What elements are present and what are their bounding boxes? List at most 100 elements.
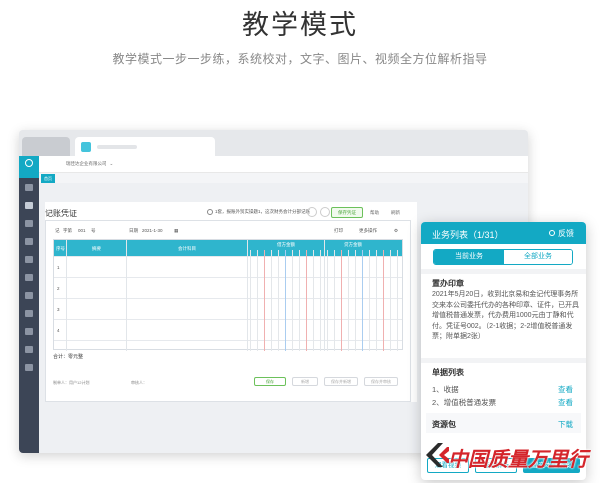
header-no: 序号	[56, 246, 65, 251]
table-row[interactable]: 1	[54, 256, 402, 277]
save-and-add-button[interactable]: 保存并新增	[324, 377, 358, 386]
more-actions-link[interactable]: 更多操作	[359, 228, 377, 234]
voucher-unit: 号	[91, 228, 96, 233]
doc-item: 2、增值税普通发票	[432, 398, 497, 407]
browser-tabbar	[19, 130, 528, 156]
save-button[interactable]: 保存	[254, 377, 286, 386]
amount-grid-line	[292, 250, 293, 351]
total-label: 合计：零元整	[53, 354, 84, 360]
tab-title-placeholder	[97, 145, 137, 149]
next-circle-button[interactable]	[320, 207, 330, 217]
logo-ring-icon	[25, 159, 33, 167]
voucher-toolbar: 记 字第 001 号 日期 2021-1-30 ▦ 打印 更多操作 ⚙	[46, 221, 410, 239]
sidebar-voucher-icon[interactable]	[25, 202, 33, 209]
docs-title: 单据列表	[432, 368, 464, 377]
app-sidebar	[19, 156, 39, 453]
voucher-table: 序号 摘要 会计科目 借方金额 贷方金额 1 2 3 4	[53, 239, 403, 351]
header-summary: 摘要	[92, 246, 101, 251]
save-voucher-button[interactable]: 保存凭证	[331, 207, 363, 218]
amount-grid-line	[397, 250, 398, 351]
browser-tab-inactive[interactable]	[22, 137, 70, 156]
table-row[interactable]	[54, 340, 402, 361]
page-subtitle: 教学模式一步一步练，系统校对，文字、图片、视频全方位解析指导	[112, 52, 488, 66]
amount-grid-line	[327, 250, 328, 351]
divider	[421, 358, 586, 363]
amount-grid-line	[383, 250, 384, 351]
amount-grid-line	[271, 250, 272, 351]
col-divider	[324, 240, 325, 351]
add-button[interactable]: 新增	[292, 377, 318, 386]
voucher-hint: 1套，报账外贸实操题1，这次财务会计分部记账	[207, 209, 310, 215]
voucher-word[interactable]: 记	[55, 228, 60, 234]
amount-grid-line	[299, 250, 300, 351]
page-title: 教学模式	[242, 10, 358, 41]
amount-grid-line	[285, 250, 286, 351]
task-section-title: 置办印章	[432, 279, 464, 288]
app-favicon-icon	[81, 142, 91, 152]
company-select[interactable]: 瑞佳达企业有限公司 ⌄	[66, 161, 113, 167]
sidebar-ledger-icon[interactable]	[25, 220, 33, 227]
sidebar-asset-icon[interactable]	[25, 256, 33, 263]
reviewer-label: 审核人：	[131, 380, 147, 385]
resource-title: 资源包	[432, 420, 456, 429]
app-logo	[19, 156, 39, 178]
tab-current-task[interactable]: 当前业务	[434, 250, 504, 264]
feedback-button[interactable]: 反馈	[549, 228, 574, 239]
preparer-label: 制单人：用户12计划	[53, 380, 90, 385]
settings-icon[interactable]: ⚙	[394, 228, 398, 234]
amount-grid-line	[348, 250, 349, 351]
sidebar-cash-icon[interactable]	[25, 274, 33, 281]
save-and-review-button[interactable]: 保存并审核	[364, 377, 398, 386]
sidebar-salary-icon[interactable]	[25, 292, 33, 299]
chevron-down-icon: ⌄	[109, 161, 114, 166]
task-list-title: 业务列表（1/31）	[432, 230, 504, 240]
prev-circle-button[interactable]	[307, 207, 317, 217]
date-label: 日期	[129, 228, 138, 233]
voucher-num-label: 字第	[63, 228, 72, 233]
col-divider	[247, 240, 248, 351]
sidebar-home-icon[interactable]	[25, 184, 33, 191]
table-header: 序号 摘要 会计科目 借方金额 贷方金额	[54, 240, 402, 256]
table-row[interactable]: 3	[54, 298, 402, 319]
download-link[interactable]: 下载	[558, 419, 573, 430]
app-tabbar: 首页	[39, 173, 528, 183]
table-row[interactable]: 4	[54, 319, 402, 340]
tab-all-tasks[interactable]: 全部业务	[504, 250, 572, 264]
voucher-body: 记 字第 001 号 日期 2021-1-30 ▦ 打印 更多操作 ⚙ 序号 摘…	[45, 220, 411, 402]
sidebar-tax-icon[interactable]	[25, 328, 33, 335]
header-account: 会计科目	[178, 246, 196, 251]
sidebar-report-icon[interactable]	[25, 238, 33, 245]
browser-tab-active[interactable]	[75, 137, 215, 156]
amount-grid-line	[355, 250, 356, 351]
app-header: 瑞佳达企业有限公司 ⌄	[39, 156, 528, 173]
amount-grid-line	[369, 250, 370, 351]
calendar-icon[interactable]: ▦	[174, 228, 178, 234]
col-divider	[66, 240, 67, 351]
voucher-num[interactable]: 001	[78, 228, 86, 233]
task-description: 2021年5月20日，收到北京易和金记代理事务所交来本公司委托代办的各种印章、证…	[432, 291, 579, 340]
amount-grid-line	[341, 250, 342, 351]
table-row[interactable]: 2	[54, 277, 402, 298]
header-debit: 借方金额	[277, 242, 295, 247]
voucher-panel: 记账凭证 1套，报账外贸实操题1，这次财务会计分部记账 保存凭证 帮助 刷新 记…	[45, 202, 417, 402]
amount-grid-line	[278, 250, 279, 351]
task-panel-header: 业务列表（1/31） 反馈	[421, 222, 586, 244]
amount-grid-line	[257, 250, 258, 351]
sidebar-invoice-icon[interactable]	[25, 310, 33, 317]
view-doc-link[interactable]: 查看	[558, 397, 573, 408]
amount-grid-line	[320, 250, 321, 351]
info-icon	[207, 209, 213, 215]
watermark-text: 中国质量万里行	[448, 447, 588, 471]
sidebar-setting-icon[interactable]	[25, 346, 33, 353]
print-link[interactable]: 打印	[334, 228, 343, 234]
task-segment: 当前业务 全部业务	[433, 249, 573, 265]
refresh-link[interactable]: 刷新	[391, 210, 400, 216]
view-doc-link[interactable]: 查看	[558, 384, 573, 395]
date-value[interactable]: 2021-1-30	[142, 228, 163, 233]
sidebar-tool-icon[interactable]	[25, 364, 33, 371]
help-link[interactable]: 帮助	[370, 210, 379, 216]
tab-home[interactable]: 首页	[41, 174, 55, 183]
header-credit: 贷方金额	[344, 242, 362, 247]
divider	[421, 269, 586, 274]
amount-grid-line	[250, 250, 251, 351]
